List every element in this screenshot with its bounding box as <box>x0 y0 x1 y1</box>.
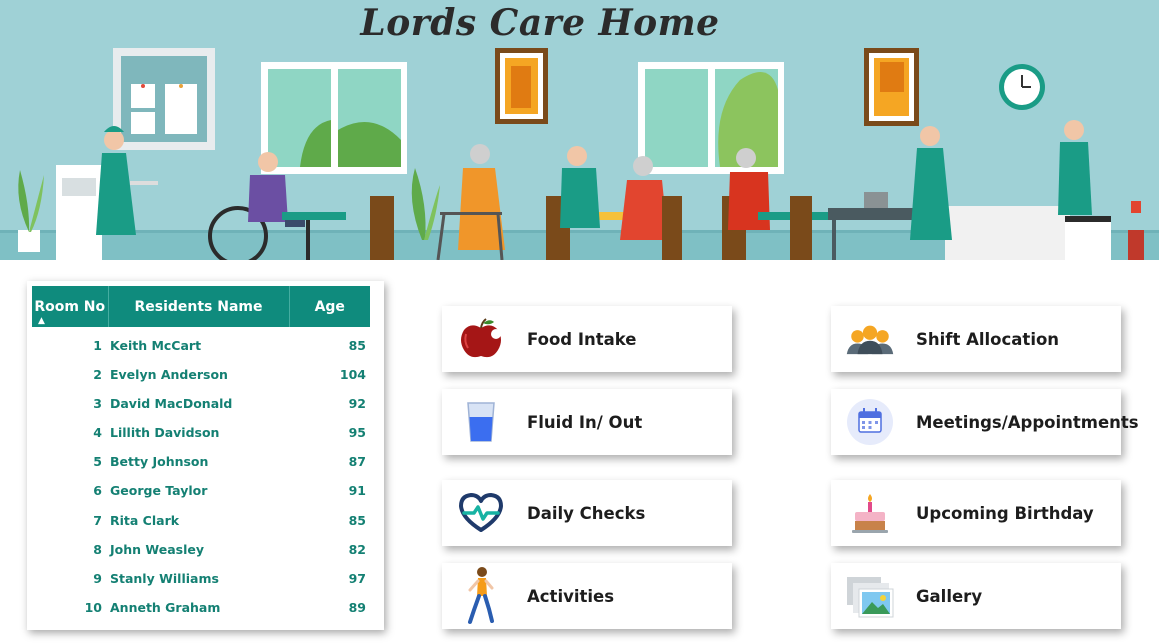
name-cell: Rita Clark <box>110 512 180 528</box>
header-banner: Lords Care Home <box>0 0 1159 260</box>
name-cell: Anneth Graham <box>110 599 221 615</box>
calendar-icon <box>845 397 895 447</box>
daily-checks-label: Daily Checks <box>527 503 646 523</box>
age-cell: 104 <box>339 367 366 383</box>
table-row[interactable]: 4 Lillith Davidson 95 <box>32 418 370 447</box>
meetings-appointments-button[interactable]: Meetings/Appointments <box>831 389 1139 455</box>
heartbeat-icon <box>456 488 506 538</box>
room-cell: 9 <box>93 570 102 586</box>
table-row[interactable]: 5 Betty Johnson 87 <box>32 447 370 476</box>
residents-table: Room No ▲ Residents Name Age 1 Keith McCa… <box>32 286 370 622</box>
table-row[interactable]: 9 Stanly Williams 97 <box>32 564 370 593</box>
name-cell: Stanly Williams <box>110 570 219 586</box>
gallery-label: Gallery <box>916 586 983 606</box>
running-person-icon <box>456 567 506 624</box>
table-row[interactable]: 8 John Weasley 82 <box>32 535 370 564</box>
name-cell: Betty Johnson <box>110 454 209 470</box>
age-cell: 92 <box>348 396 366 412</box>
shift-allocation-button[interactable]: Shift Allocation <box>831 306 1121 372</box>
age-cell: 89 <box>348 599 366 615</box>
gallery-button[interactable]: Gallery <box>831 563 1121 629</box>
fluid-in-out-button[interactable]: Fluid In/ Out <box>442 389 732 455</box>
name-cell: David MacDonald <box>110 396 233 412</box>
table-row[interactable]: 6 George Taylor 91 <box>32 476 370 505</box>
table-row[interactable]: 10 Anneth Graham 89 <box>32 593 370 622</box>
column-header-label: Age <box>314 298 345 315</box>
meetings-appointments-label: Meetings/Appointments <box>916 412 1139 432</box>
age-cell: 95 <box>348 425 366 441</box>
room-cell: 4 <box>93 425 102 441</box>
table-row[interactable]: 7 Rita Clark 85 <box>32 505 370 534</box>
food-intake-label: Food Intake <box>527 329 637 349</box>
table-header-row: Room No ▲ Residents Name Age <box>32 286 370 327</box>
room-cell: 6 <box>93 483 102 499</box>
table-row[interactable]: 1 Keith McCart 85 <box>32 327 370 360</box>
birthday-cake-icon <box>845 488 895 538</box>
room-cell: 5 <box>93 454 102 470</box>
residents-table-card: Room No ▲ Residents Name Age 1 Keith McCa… <box>27 281 384 630</box>
water-glass-icon <box>456 397 506 447</box>
sort-ascending-icon[interactable]: ▲ <box>38 316 45 326</box>
column-header-label: Room No <box>34 298 106 315</box>
room-cell: 10 <box>84 599 102 615</box>
age-cell: 82 <box>348 541 366 557</box>
shift-allocation-label: Shift Allocation <box>916 329 1060 349</box>
name-cell: John Weasley <box>110 541 204 557</box>
room-cell: 7 <box>93 512 102 528</box>
gallery-icon <box>845 571 895 621</box>
room-cell: 8 <box>93 541 102 557</box>
column-header-room[interactable]: Room No ▲ <box>32 286 109 327</box>
age-cell: 97 <box>348 570 366 586</box>
dashboard: Lords Care Home Room No ▲ Residents Name… <box>0 0 1159 643</box>
column-header-label: Residents Name <box>134 298 263 315</box>
name-cell: Lillith Davidson <box>110 425 220 441</box>
activities-label: Activities <box>527 586 615 606</box>
name-cell: Evelyn Anderson <box>110 367 228 383</box>
age-cell: 87 <box>348 454 366 470</box>
room-cell: 1 <box>93 338 102 353</box>
page-title: Lords Care Home <box>360 2 720 44</box>
age-cell: 85 <box>348 512 366 528</box>
staff-group-icon <box>845 314 895 364</box>
activities-button[interactable]: Activities <box>442 563 732 629</box>
food-intake-button[interactable]: Food Intake <box>442 306 732 372</box>
name-cell: George Taylor <box>110 483 208 499</box>
table-row[interactable]: 3 David MacDonald 92 <box>32 389 370 418</box>
age-cell: 85 <box>348 338 366 353</box>
age-cell: 91 <box>348 483 366 499</box>
column-header-age[interactable]: Age <box>289 286 370 327</box>
daily-checks-button[interactable]: Daily Checks <box>442 480 732 546</box>
upcoming-birthday-button[interactable]: Upcoming Birthday <box>831 480 1121 546</box>
fluid-in-out-label: Fluid In/ Out <box>527 412 643 432</box>
room-cell: 2 <box>93 367 102 383</box>
room-cell: 3 <box>93 396 102 412</box>
table-row[interactable]: 2 Evelyn Anderson 104 <box>32 360 370 389</box>
name-cell: Keith McCart <box>110 338 202 353</box>
column-header-name[interactable]: Residents Name <box>108 286 290 327</box>
apple-icon <box>456 314 506 364</box>
upcoming-birthday-label: Upcoming Birthday <box>916 503 1094 523</box>
